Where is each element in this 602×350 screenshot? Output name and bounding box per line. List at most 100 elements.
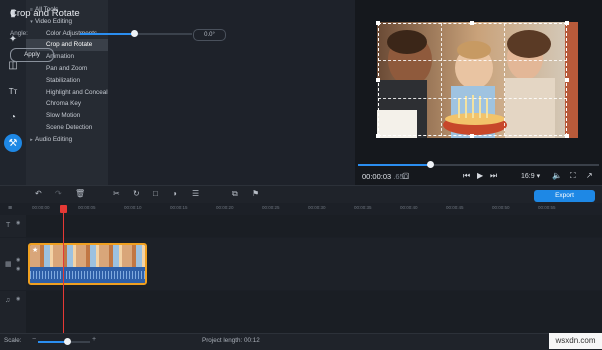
crop-icon[interactable]: □	[153, 189, 158, 198]
undo-icon[interactable]: ↶	[35, 189, 42, 198]
tool-item-label: Highlight and Conceal	[46, 88, 108, 96]
editing-toolbar	[0, 185, 602, 203]
crop-handle[interactable]	[470, 134, 474, 138]
delete-icon[interactable]: 🗑	[75, 189, 85, 198]
playhead[interactable]	[63, 207, 64, 333]
zoom-in-icon[interactable]: +	[92, 336, 96, 343]
music-track-icon: ♫	[5, 297, 11, 304]
scale-slider-fill	[38, 341, 67, 343]
previous-frame-icon[interactable]: ⏮	[463, 171, 470, 181]
mute-icon[interactable]: ◉	[16, 296, 20, 302]
ruler-tick: 00:00:45	[446, 205, 464, 210]
crop-handle[interactable]	[470, 21, 474, 25]
marker-icon[interactable]: ⚑	[252, 189, 259, 198]
export-button[interactable]: Export	[534, 190, 595, 202]
crop-settings-panel	[108, 0, 355, 185]
angle-slider-fill	[80, 33, 134, 35]
aspect-ratio-select[interactable]: 16:9 ▾	[521, 172, 540, 180]
snapshot-icon[interactable]: ▢	[402, 171, 410, 180]
crop-handle[interactable]	[376, 134, 380, 138]
crop-handle[interactable]	[376, 21, 380, 25]
crop-grid-line	[504, 23, 505, 136]
crop-handle[interactable]	[565, 78, 569, 82]
crop-handle[interactable]	[565, 134, 569, 138]
crop-frame[interactable]	[378, 23, 567, 136]
add-track-icon[interactable]: ≡	[8, 205, 12, 212]
tool-item[interactable]: ▸ Audio Editing	[26, 134, 110, 146]
clip-thumbnails	[30, 245, 145, 267]
next-frame-icon[interactable]: ⏭	[490, 171, 497, 181]
apply-button[interactable]: Apply	[10, 48, 54, 62]
mute-icon[interactable]: ◉	[16, 266, 20, 272]
tool-item-label: Stabilization	[46, 76, 80, 84]
ruler-tick: 00:00:30	[308, 205, 326, 210]
volume-icon[interactable]: 🔈	[552, 171, 562, 180]
ruler-tick: 00:00:10	[124, 205, 142, 210]
color-adjust-icon[interactable]: ◑	[172, 189, 177, 198]
angle-value-field[interactable]: 0.0°	[193, 29, 226, 41]
ruler-tick: 00:00:05	[78, 205, 96, 210]
insert-transition-icon[interactable]: ⧉	[232, 189, 238, 199]
text-track-icon: T	[6, 222, 11, 229]
scale-slider-handle[interactable]	[63, 338, 71, 345]
ruler-tick: 00:00:50	[492, 205, 510, 210]
scale-label: Scale:	[4, 337, 22, 344]
tool-item-label: Slow Motion	[46, 112, 81, 120]
star-icon: ★	[32, 247, 39, 254]
titles-icon[interactable]: Tт	[4, 82, 22, 100]
ruler-tick: 00:00:40	[400, 205, 418, 210]
ruler-tick: 00:00:00	[32, 205, 50, 210]
ruler-tick: 00:00:20	[216, 205, 234, 210]
tools-icon[interactable]: ⚒	[4, 134, 22, 152]
tool-item[interactable]: Highlight and Conceal	[26, 87, 121, 99]
left-tool-rail: ▮ ✦ ◫ Tт ◔ ⚒	[0, 0, 26, 185]
crop-grid-line	[378, 98, 567, 99]
crop-grid-line	[378, 60, 567, 61]
video-track-header	[0, 238, 26, 290]
ruler-tick: 00:00:35	[354, 205, 372, 210]
tool-item-label: Pan and Zoom	[46, 65, 88, 72]
tool-item-label: Scene Detection	[46, 124, 93, 131]
expand-arrow-icon: ▸	[30, 136, 33, 143]
rotate-icon[interactable]: ↻	[133, 189, 140, 198]
cut-icon[interactable]: ✂	[113, 189, 120, 198]
playback-progress	[358, 164, 431, 166]
watermark: wsxdn.com	[549, 333, 602, 349]
project-length: Project length: 00:12	[202, 337, 260, 344]
tool-item[interactable]: Chroma Key	[26, 98, 121, 110]
panel-title: Crop and Rotate	[10, 8, 80, 19]
ruler-tick: 00:00:25	[262, 205, 280, 210]
visibility-icon[interactable]: ◉	[16, 257, 20, 263]
visibility-icon[interactable]: ◉	[16, 220, 20, 226]
angle-label: Angle:	[10, 30, 28, 37]
crop-handle[interactable]	[565, 21, 569, 25]
video-clip[interactable]: ★	[28, 243, 147, 285]
audio-waveform	[30, 271, 145, 279]
text-track[interactable]	[26, 215, 602, 237]
zoom-out-icon[interactable]: −	[32, 336, 36, 343]
play-icon[interactable]: ▶	[477, 171, 483, 180]
tool-item-label: Audio Editing	[35, 135, 73, 143]
stickers-icon[interactable]: ◔	[4, 108, 22, 126]
crop-grid-line	[441, 23, 442, 136]
video-track-icon: ▦	[5, 261, 12, 268]
tool-item[interactable]: Pan and Zoom	[26, 63, 121, 75]
tool-item[interactable]: Slow Motion	[26, 110, 121, 122]
tool-item[interactable]: Scene Detection	[26, 122, 121, 134]
time-current: 00:00:03	[362, 172, 392, 181]
tool-item[interactable]: Stabilization	[26, 75, 121, 87]
ruler-tick: 00:00:55	[538, 205, 556, 210]
status-bar	[0, 333, 602, 350]
detach-player-icon[interactable]: ↗	[586, 171, 593, 180]
music-track-header	[0, 291, 26, 333]
redo-icon[interactable]: ↷	[55, 189, 62, 198]
angle-slider-handle[interactable]	[130, 30, 138, 37]
tool-item-label: Chroma Key	[46, 100, 81, 108]
music-track[interactable]	[26, 291, 602, 333]
fullscreen-icon[interactable]: ⛶	[570, 171, 576, 181]
clip-properties-icon[interactable]: ☰	[192, 189, 199, 198]
tool-item-label: Crop and Rotate	[46, 41, 93, 49]
text-track-header	[0, 215, 26, 237]
crop-handle[interactable]	[376, 78, 380, 82]
tools-panel: ≡ All Tools ▾ Video Editing Color Adjustment…	[26, 0, 121, 185]
